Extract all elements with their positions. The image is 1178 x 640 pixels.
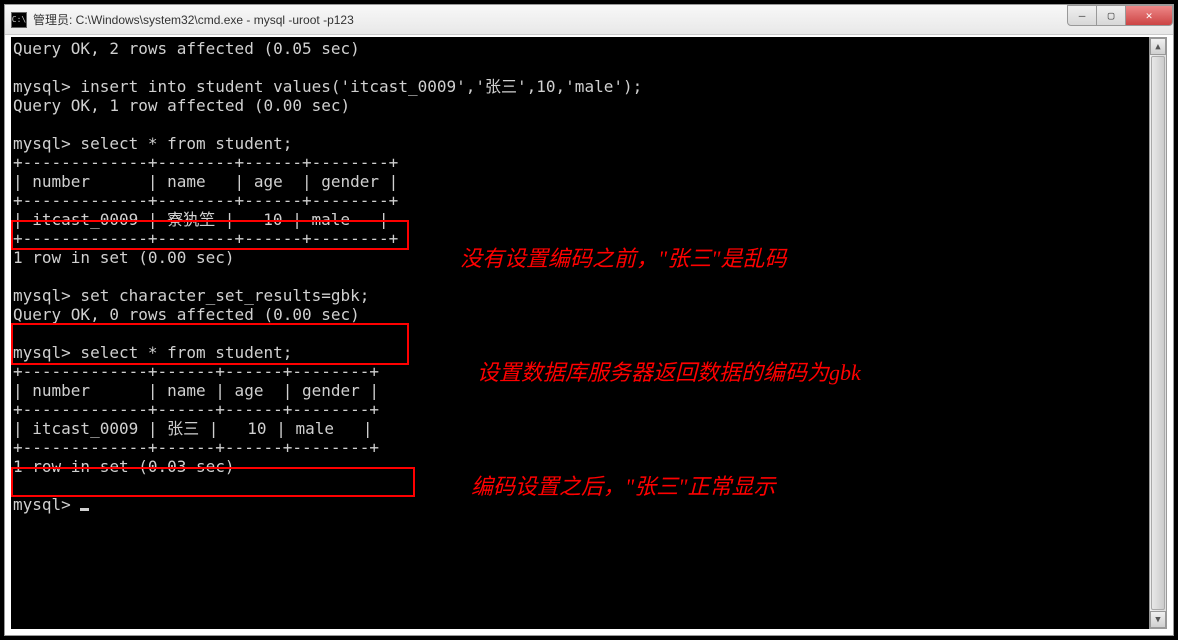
maximize-button[interactable]: ▢: [1096, 5, 1126, 26]
scroll-up-arrow-icon[interactable]: ▲: [1150, 38, 1166, 55]
minimize-button[interactable]: —: [1067, 5, 1097, 26]
terminal-line: mysql>: [13, 495, 80, 514]
terminal-line: +-------------+------+------+--------+: [13, 362, 379, 381]
cmd-icon: C:\: [11, 12, 27, 28]
cmd-window: C:\ 管理员: C:\Windows\system32\cmd.exe - m…: [4, 4, 1174, 636]
terminal-line: +-------------+--------+------+--------+: [13, 191, 398, 210]
terminal-line: Query OK, 0 rows affected (0.00 sec): [13, 305, 360, 324]
close-button[interactable]: ✕: [1125, 5, 1173, 26]
terminal-line: Query OK, 1 row affected (0.00 sec): [13, 96, 350, 115]
terminal-line: 1 row in set (0.03 sec): [13, 457, 235, 476]
terminal-line: +-------------+--------+------+--------+: [13, 153, 398, 172]
vertical-scrollbar[interactable]: ▲ ▼: [1149, 37, 1167, 629]
terminal-line: +-------------+------+------+--------+: [13, 400, 379, 419]
outer-frame: C:\ 管理员: C:\Windows\system32\cmd.exe - m…: [0, 0, 1178, 640]
window-controls: — ▢ ✕: [1068, 5, 1173, 27]
annotation-before-encoding: 没有设置编码之前，"张三"是乱码: [460, 241, 786, 273]
scroll-thumb[interactable]: [1151, 56, 1165, 610]
annotation-set-gbk: 设置数据库服务器返回数据的编码为gbk: [477, 355, 861, 387]
terminal-line: mysql> set character_set_results=gbk;: [13, 286, 369, 305]
terminal-line: mysql> insert into student values('itcas…: [13, 77, 642, 96]
terminal-line: | itcast_0009 | 张三 | 10 | male |: [13, 419, 373, 438]
terminal-line: +-------------+------+------+--------+: [13, 438, 379, 457]
terminal-line: mysql> select * from student;: [13, 343, 292, 362]
annotation-after-encoding: 编码设置之后，"张三"正常显示: [471, 469, 775, 501]
window-title: 管理员: C:\Windows\system32\cmd.exe - mysql…: [33, 11, 354, 28]
cursor: [80, 508, 89, 511]
terminal-line: 1 row in set (0.00 sec): [13, 248, 235, 267]
terminal-line: +-------------+--------+------+--------+: [13, 229, 398, 248]
terminal-line: mysql> select * from student;: [13, 134, 292, 153]
terminal-line: | number | name | age | gender |: [13, 172, 398, 191]
terminal-line: Query OK, 2 rows affected (0.05 sec): [13, 39, 360, 58]
terminal-line: | number | name | age | gender |: [13, 381, 379, 400]
terminal-line: | itcast_0009 | 寮犱笁 | 10 | male |: [13, 210, 389, 229]
titlebar[interactable]: C:\ 管理员: C:\Windows\system32\cmd.exe - m…: [5, 5, 1173, 35]
scroll-down-arrow-icon[interactable]: ▼: [1150, 611, 1166, 628]
terminal-output[interactable]: Query OK, 2 rows affected (0.05 sec) mys…: [11, 37, 1167, 629]
